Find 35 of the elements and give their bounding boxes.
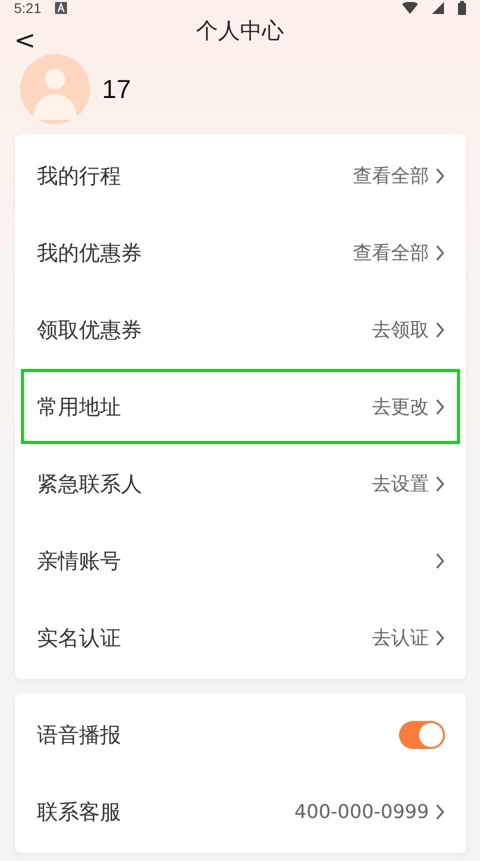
chevron-right-icon	[435, 474, 445, 492]
avatar-icon	[20, 54, 90, 124]
chevron-right-icon	[435, 244, 445, 262]
row-action[interactable]: 查看全部	[353, 240, 445, 266]
chevron-right-icon	[435, 628, 445, 646]
row-label: 我的优惠券	[37, 240, 142, 266]
chevron-right-icon	[435, 166, 445, 184]
row-label: 我的行程	[37, 162, 121, 190]
row-action[interactable]: 查看全部	[353, 162, 445, 188]
wifi-icon	[402, 2, 418, 14]
row-action[interactable]: 去领取	[372, 316, 445, 342]
row-label: 亲情账号	[37, 548, 121, 574]
toggle-switch[interactable]	[399, 720, 445, 748]
chevron-right-icon	[435, 552, 445, 570]
status-time: 5:21	[14, 0, 42, 16]
row-label: 联系客服	[37, 798, 121, 826]
user-name: 17	[102, 74, 131, 104]
notification-icon	[55, 2, 68, 14]
row-label: 常用地址	[37, 394, 121, 420]
battery-icon	[458, 1, 466, 15]
back-button[interactable]: <	[10, 26, 40, 56]
row-label: 紧急联系人	[37, 470, 142, 498]
row-label: 语音播报	[37, 722, 121, 748]
row-label: 领取优惠券	[37, 316, 142, 344]
row-action[interactable]: 去更改	[372, 394, 445, 420]
chevron-right-icon	[435, 398, 445, 416]
row-action[interactable]: 去认证	[372, 624, 445, 650]
signal-icon	[432, 2, 444, 14]
chevron-right-icon	[435, 320, 445, 338]
row-label: 实名认证	[37, 624, 121, 652]
page-title: 个人中心	[196, 18, 284, 46]
row-action[interactable]: 去设置	[372, 470, 445, 496]
chevron-right-icon	[435, 802, 445, 820]
row-action[interactable]: 400-000-0999	[294, 800, 445, 822]
row-action[interactable]	[435, 552, 445, 570]
